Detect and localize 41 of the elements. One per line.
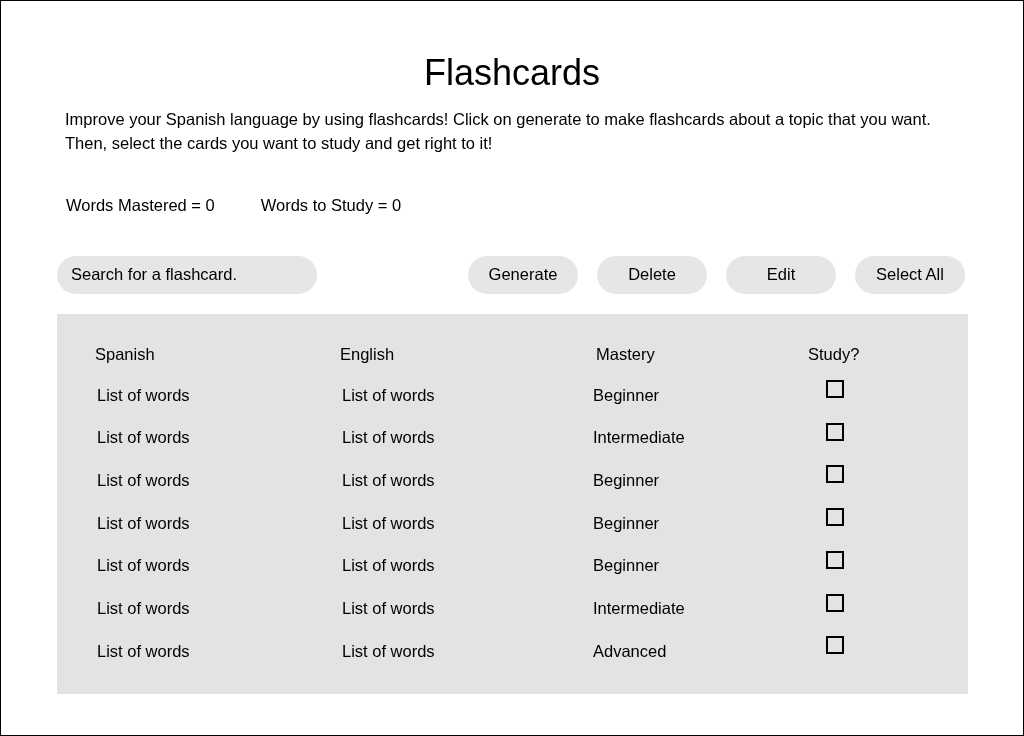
action-button[interactable]: Select All <box>855 255 965 294</box>
study-checkbox[interactable] <box>826 593 844 612</box>
study-checkbox[interactable] <box>826 508 844 527</box>
table-cell-text: List of words <box>342 470 435 492</box>
action-button[interactable]: Generate <box>468 255 578 294</box>
table-cell-text: List of words <box>342 427 435 449</box>
page-title: Flashcards <box>423 51 601 95</box>
intro-paragraph: Improve your Spanish language by using flashcards! Click on generate to make flashcards about a topic that you want. Then, select the cards you want to study and get right to it! <box>65 109 932 154</box>
table-cell-text: List of words <box>97 598 190 620</box>
search-field[interactable]: Search for a flashcard. <box>57 255 317 294</box>
study-checkbox[interactable] <box>826 422 844 441</box>
column-header: Mastery <box>596 343 655 365</box>
table-cell-text: Intermediate <box>593 427 685 449</box>
column-header: Spanish <box>95 343 155 365</box>
study-checkbox[interactable] <box>826 550 844 569</box>
column-header: English <box>340 343 395 365</box>
action-button[interactable]: Delete <box>597 255 707 294</box>
table-cell-text: List of words <box>342 384 435 406</box>
table-cell-text: Beginner <box>593 555 660 577</box>
column-header: Study? <box>808 343 860 365</box>
table-cell-text: List of words <box>342 640 435 662</box>
table-cell-text: List of words <box>342 598 435 620</box>
table-cell-text: List of words <box>342 555 435 577</box>
study-checkbox[interactable] <box>826 636 844 655</box>
study-checkbox[interactable] <box>826 465 844 484</box>
table-cell-text: Advanced <box>593 640 667 662</box>
study-checkbox[interactable] <box>826 380 844 399</box>
stat-label: Words to Study = 0 <box>260 195 402 216</box>
table-cell-text: Intermediate <box>593 598 685 620</box>
table-cell-text: List of words <box>97 470 190 492</box>
table-cell-text: Beginner <box>593 512 660 534</box>
table-cell-text: List of words <box>97 555 190 577</box>
table-cell-text: List of words <box>97 384 190 406</box>
table-cell-text: List of words <box>97 512 190 534</box>
action-button[interactable]: Edit <box>726 255 836 294</box>
table-cell-text: Beginner <box>593 470 660 492</box>
table-cell-text: Beginner <box>593 384 660 406</box>
table-cell-text: List of words <box>97 427 190 449</box>
stat-label: Words Mastered = 0 <box>66 195 215 216</box>
table-cell-text: List of words <box>97 640 190 662</box>
table-cell-text: List of words <box>342 512 435 534</box>
